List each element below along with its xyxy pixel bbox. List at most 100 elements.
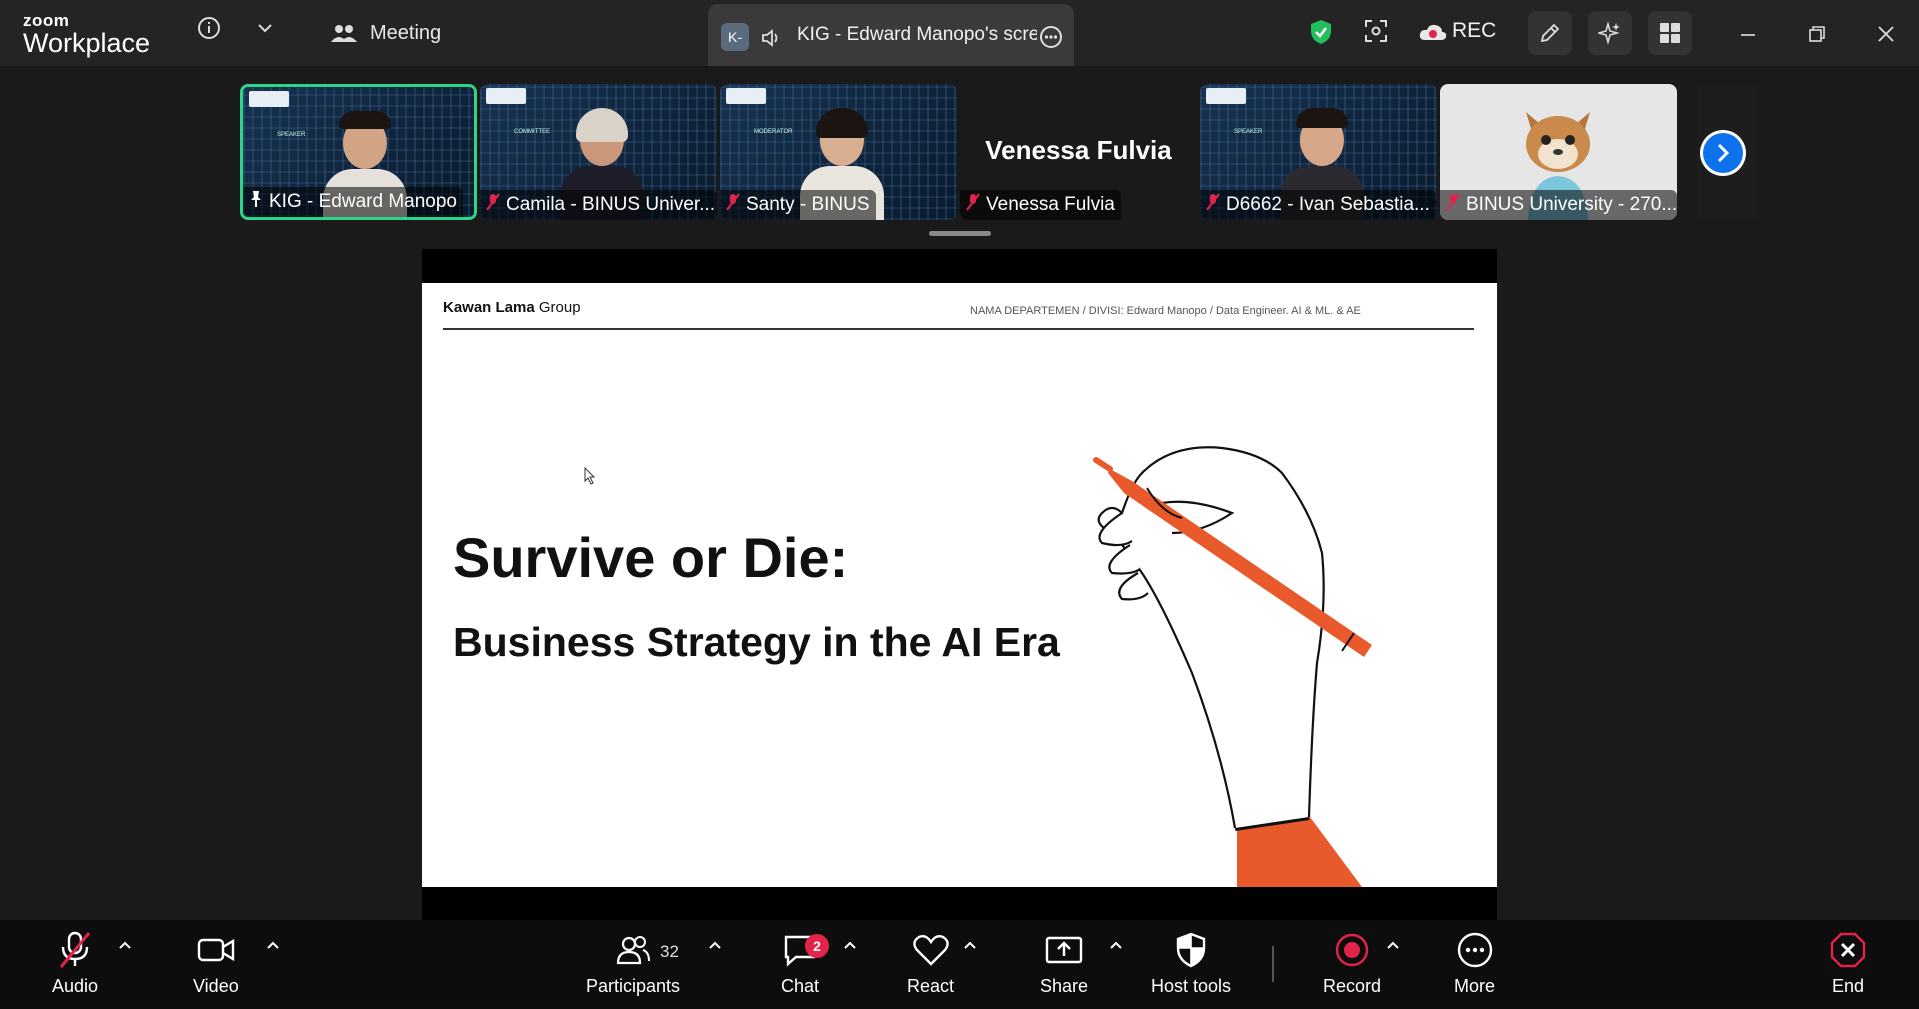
audio-button[interactable]: Audio (52, 930, 98, 997)
shield-icon (1171, 930, 1211, 970)
participant-tile[interactable]: SPEAKER KIG - Edward Manopo (240, 84, 477, 220)
event-logo (486, 88, 526, 104)
encryption-shield-icon[interactable] (1308, 18, 1334, 46)
pin-icon (249, 190, 263, 214)
participant-tile[interactable]: COMMITTEE Camila - BINUS Univer... (480, 84, 717, 220)
participant-name-text: BINUS University - 270... (1466, 194, 1677, 215)
chat-options-caret-icon[interactable] (843, 937, 857, 955)
apps-grid-icon (1658, 21, 1682, 45)
end-x-icon (1828, 930, 1868, 970)
more-label: More (1454, 976, 1496, 996)
info-icon[interactable] (196, 15, 222, 41)
brand-rest: Group (534, 299, 581, 316)
record-options-caret-icon[interactable] (1386, 937, 1400, 955)
end-meeting-button[interactable]: End (1828, 930, 1868, 997)
meeting-participants-icon[interactable] (330, 20, 358, 48)
participant-name: D6662 - Ivan Sebastia... (1200, 190, 1436, 220)
share-button[interactable]: Share (1040, 930, 1088, 997)
host-tools-button[interactable]: Host tools (1151, 930, 1231, 997)
screen-share-tab[interactable]: K- KIG - Edward Manopo's screen (708, 4, 1074, 66)
toolbar-divider (1272, 946, 1274, 982)
participant-display-name: Venessa Fulvia (985, 135, 1172, 165)
hand-pen-illustration (1022, 423, 1382, 887)
participant-name-text: KIG - Edward Manopo (269, 191, 457, 212)
end-label: End (1831, 976, 1865, 996)
strip-resize-handle[interactable] (929, 231, 991, 236)
participant-tile[interactable]: Venessa Fulvia Venessa Fulvia (960, 84, 1197, 220)
share-screen-icon (1044, 930, 1084, 970)
video-camera-icon (196, 930, 236, 970)
heart-icon (911, 930, 951, 970)
header-rule (443, 328, 1474, 330)
mic-muted-icon (486, 193, 500, 217)
brand-bold: Kawan Lama (443, 299, 535, 316)
role-label: SPEAKER (1234, 129, 1263, 135)
rec-label: REC (1452, 19, 1497, 42)
cloud-record-icon[interactable] (1418, 20, 1448, 44)
focus-mode-icon[interactable] (1363, 18, 1389, 44)
react-button[interactable]: React (907, 930, 954, 997)
participant-name-text: D6662 - Ivan Sebastia... (1226, 194, 1430, 215)
share-tab-title: KIG - Edward Manopo's screen (797, 24, 1037, 45)
ai-companion-button[interactable] (1588, 11, 1632, 55)
slide-title: Survive or Die: (453, 526, 849, 589)
meeting-toolbar: Audio Video Participants 32 Chat 2 React (0, 920, 1919, 1009)
mouse-cursor-icon (584, 466, 596, 490)
next-page-button[interactable] (1700, 130, 1746, 176)
participants-button[interactable]: Participants (586, 930, 680, 997)
meeting-label[interactable]: Meeting (370, 22, 441, 45)
app-logo: zoom Workplace (23, 12, 150, 57)
video-button[interactable]: Video (193, 930, 239, 997)
share-label: Share (1040, 976, 1089, 996)
mic-muted-icon (55, 930, 95, 970)
participant-tile[interactable]: SPEAKER D6662 - Ivan Sebastia... (1200, 84, 1437, 220)
share-options-caret-icon[interactable] (1109, 937, 1123, 955)
record-button[interactable]: Record (1323, 930, 1381, 997)
participant-tile[interactable]: BINUS University - 270... (1440, 84, 1677, 220)
mic-muted-icon (966, 193, 980, 217)
annotate-button[interactable] (1528, 11, 1572, 55)
chevron-down-icon[interactable] (254, 17, 276, 39)
chat-unread-badge: 2 (805, 934, 829, 958)
event-logo (1206, 88, 1246, 104)
department-line: NAMA DEPARTEMEN / DIVISI: Edward Manopo … (970, 305, 1361, 317)
mic-muted-icon (1206, 193, 1220, 217)
role-label: MODERATOR (754, 129, 793, 135)
more-button[interactable]: More (1454, 930, 1495, 997)
audio-options-caret-icon[interactable] (118, 937, 132, 955)
participant-name: Camila - BINUS Univer... (480, 190, 717, 220)
restore-window-icon[interactable] (1805, 22, 1829, 46)
record-label: Record (1323, 976, 1382, 996)
event-logo (249, 91, 289, 107)
top-bar: zoom Workplace Meeting K- KIG - Edward M… (0, 0, 1919, 66)
sparkle-icon (1598, 21, 1622, 45)
participant-tile[interactable]: MODERATOR Santy - BINUS (720, 84, 957, 220)
shared-slide: Kawan Lama Group NAMA DEPARTEMEN / DIVIS… (422, 283, 1497, 887)
logo-zoom: zoom (23, 11, 70, 30)
audio-label: Audio (52, 976, 99, 996)
close-window-icon[interactable] (1874, 22, 1898, 46)
video-options-caret-icon[interactable] (266, 937, 280, 955)
participant-name-text: Santy - BINUS (746, 194, 870, 215)
more-dots-icon (1455, 930, 1495, 970)
pencil-icon (1538, 21, 1562, 45)
minimize-icon[interactable] (1736, 22, 1760, 46)
share-source-badge: K- (721, 23, 749, 51)
react-options-caret-icon[interactable] (963, 937, 977, 955)
participant-name-text: Venessa Fulvia (986, 194, 1115, 215)
speaker-icon[interactable] (760, 26, 784, 50)
role-label: COMMITTEE (514, 129, 550, 135)
chat-label: Chat (780, 976, 820, 996)
participant-name: KIG - Edward Manopo (243, 187, 463, 217)
mic-muted-icon (726, 193, 740, 217)
record-icon (1332, 930, 1372, 970)
slide-subtitle: Business Strategy in the AI Era (453, 619, 1060, 665)
participants-icon (613, 930, 653, 970)
participants-options-caret-icon[interactable] (708, 937, 722, 955)
more-options-icon[interactable] (1038, 24, 1064, 50)
event-logo (726, 88, 766, 104)
chevron-right-icon (1703, 133, 1743, 173)
apps-button[interactable] (1648, 11, 1692, 55)
company-brand: Kawan Lama Group (443, 299, 581, 316)
participant-name: BINUS University - 270... (1440, 190, 1677, 220)
